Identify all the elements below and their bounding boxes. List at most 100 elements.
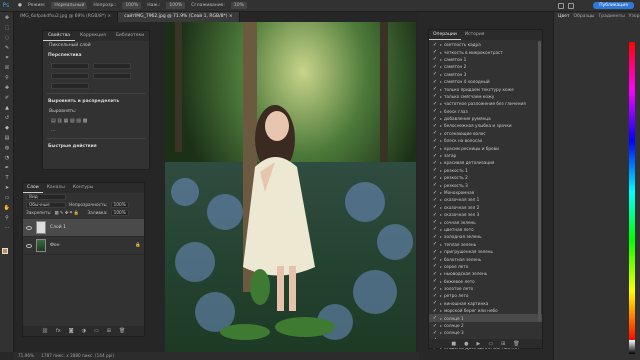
- action-item[interactable]: ✓ ▸ теплая зелень: [429, 241, 542, 248]
- tab-channels[interactable]: Каналы: [43, 183, 69, 193]
- more-tools-icon[interactable]: ⋯: [2, 223, 12, 232]
- action-item[interactable]: ✓ ▸ отсекающие волос: [429, 130, 542, 137]
- foreground-color-swatch[interactable]: [2, 248, 8, 254]
- record-icon[interactable]: ●: [464, 341, 468, 347]
- layer-row-1[interactable]: Слой 1: [23, 219, 144, 237]
- tab-libraries[interactable]: Библиотеки: [111, 31, 149, 41]
- mask-icon[interactable]: ◙: [69, 328, 74, 334]
- width-field[interactable]: [51, 63, 89, 69]
- action-item[interactable]: ✓ ▸ светлость кадра: [429, 41, 542, 48]
- x-field[interactable]: [51, 73, 89, 79]
- doc-tab-2[interactable]: сайтIMG_7962.jpg @ 71.9% (Слой 1, RGB/8*…: [118, 12, 240, 22]
- grayscale-slider[interactable]: [629, 340, 635, 354]
- action-item[interactable]: ✓ ▸ резкость 3: [429, 181, 542, 188]
- pen-icon[interactable]: ✒: [2, 163, 12, 172]
- flow-input[interactable]: 100%: [166, 2, 186, 9]
- action-item[interactable]: ✓ ▸ сказочная зел 2: [429, 204, 542, 211]
- layer-name[interactable]: Слой 1: [50, 225, 66, 230]
- action-item[interactable]: ✓ ▸ самятон 3: [429, 71, 542, 78]
- trash-icon[interactable]: 🗑: [119, 328, 125, 334]
- shape-icon[interactable]: ▭: [2, 193, 12, 202]
- layer-name[interactable]: Фон: [50, 243, 60, 248]
- align-more-icon[interactable]: ▤ ▥ ▦ ▧ ▨ ▩: [43, 116, 149, 126]
- tab-properties[interactable]: Свойства: [43, 31, 75, 41]
- action-item[interactable]: ✓ ▸ Монохромная: [429, 189, 542, 196]
- action-item[interactable]: ✓ ▸ красивая детализация: [429, 159, 542, 166]
- action-item[interactable]: ✓ ▸ только придаем текстуру коже: [429, 85, 542, 92]
- lock-icons[interactable]: ▦ ✎ ✥ ⌗ 🔒: [54, 211, 84, 216]
- brush-icon[interactable]: ✐: [2, 93, 12, 102]
- zoom-value[interactable]: 71,96%: [18, 353, 34, 358]
- action-item[interactable]: ✓ ▸ загар: [429, 152, 542, 159]
- action-item[interactable]: ✓ ▸ золотое лето: [429, 285, 542, 292]
- blend-mode-select[interactable]: Обычные: [26, 202, 66, 208]
- crop-tool-icon[interactable]: ⌗: [2, 53, 12, 62]
- action-item[interactable]: ✓ ▸ сказочная зел 3: [429, 211, 542, 218]
- action-item[interactable]: ✓ ▸ киношная картинка: [429, 300, 542, 307]
- tab-gradients[interactable]: Градиенты: [599, 12, 625, 22]
- blur-icon[interactable]: ◍: [2, 143, 12, 152]
- action-item[interactable]: ✓ ▸ самятон 1: [429, 56, 542, 63]
- action-item[interactable]: ✓ ▸ белоснежная улыбка и зрачки: [429, 122, 542, 129]
- opacity-input[interactable]: 100%: [110, 202, 129, 208]
- action-item[interactable]: ✓ ▸ самятон 4 холодный: [429, 78, 542, 85]
- fill-input[interactable]: 100%: [110, 210, 129, 216]
- new-action-icon[interactable]: ⊞: [501, 341, 505, 347]
- action-item[interactable]: ✓ ▸ болотная зелень: [429, 255, 542, 262]
- actions-scrollbar[interactable]: [538, 41, 541, 321]
- smoothing-input[interactable]: 10%: [230, 2, 247, 9]
- frame-tool-icon[interactable]: ☒: [2, 63, 12, 72]
- healing-icon[interactable]: ✚: [2, 83, 12, 92]
- action-item[interactable]: ✓ ▸ серое лето: [429, 263, 542, 270]
- section-transform[interactable]: Перспектива: [43, 50, 149, 61]
- trash-icon[interactable]: 🗑: [513, 341, 519, 347]
- section-align[interactable]: Выровнять и распределить: [43, 96, 149, 107]
- action-item[interactable]: ✓ ▸ пригрушенная зелень: [429, 248, 542, 255]
- move-tool-icon[interactable]: ✥: [2, 13, 12, 22]
- action-item[interactable]: ✓ ▸ солнце 3: [429, 329, 542, 336]
- action-item[interactable]: ✓ ▸ солнце 1: [429, 314, 542, 322]
- quick-select-icon[interactable]: ✎: [2, 43, 12, 52]
- lasso-tool-icon[interactable]: ◌: [2, 33, 12, 42]
- link-icon[interactable]: ⛓: [42, 328, 48, 334]
- fx-icon[interactable]: fx: [56, 328, 61, 334]
- stamp-icon[interactable]: ▲: [2, 103, 12, 112]
- stop-icon[interactable]: ■: [451, 341, 456, 347]
- tab-color[interactable]: Цвет: [558, 12, 570, 22]
- action-item[interactable]: ✓ ▸ сочная зелень: [429, 218, 542, 225]
- more-options-icon[interactable]: ⋯: [43, 126, 149, 136]
- layer-filter-select[interactable]: Вид: [26, 194, 66, 200]
- path-select-icon[interactable]: ➤: [2, 183, 12, 192]
- marquee-tool-icon[interactable]: ⬚: [2, 23, 12, 32]
- tab-actions[interactable]: Операции: [429, 30, 461, 40]
- action-item[interactable]: ✓ ▸ только смягчаем кожу: [429, 93, 542, 100]
- group-icon[interactable]: ▭: [94, 328, 99, 334]
- zoom-icon[interactable]: ⚲: [2, 213, 12, 222]
- action-item[interactable]: ✓ ▸ резкость 2: [429, 174, 542, 181]
- action-item[interactable]: ✓ ▸ четкость в микроконтраст: [429, 48, 542, 55]
- tab-history[interactable]: История: [461, 30, 489, 40]
- brush-tool-icon[interactable]: ●: [18, 3, 22, 8]
- visibility-eye-icon[interactable]: [26, 243, 32, 248]
- action-item[interactable]: ✓ ▸ цветная лето: [429, 226, 542, 233]
- mode-select[interactable]: Нормальный: [51, 2, 88, 9]
- publish-button[interactable]: Публикация: [593, 2, 634, 9]
- eraser-icon[interactable]: ◆: [2, 123, 12, 132]
- gradient-icon[interactable]: ▤: [2, 133, 12, 142]
- document-canvas-image[interactable]: [165, 22, 416, 352]
- tab-swatches[interactable]: Образцы: [574, 12, 595, 22]
- action-item[interactable]: ✓ ▸ холодная зелень: [429, 233, 542, 240]
- action-item[interactable]: ✓ ▸ блеск глаз: [429, 108, 542, 115]
- layer-row-2[interactable]: Фон 🔒: [23, 237, 144, 255]
- tab-patterns[interactable]: Узоры: [629, 12, 640, 22]
- adjustment-icon[interactable]: ◑: [82, 328, 86, 334]
- action-item[interactable]: ✓ ▸ красим ресницы и брови: [429, 144, 542, 151]
- height-field[interactable]: [93, 63, 131, 69]
- new-layer-icon[interactable]: ⊞: [107, 328, 111, 334]
- play-icon[interactable]: ▶: [476, 341, 480, 347]
- action-item[interactable]: ✓ ▸ ретро лето: [429, 292, 542, 299]
- type-icon[interactable]: T: [2, 173, 12, 182]
- action-item[interactable]: ✓ ▸ добавление румянца: [429, 115, 542, 122]
- action-item[interactable]: ✓ ▸ ньюводская зелень: [429, 270, 542, 277]
- hand-icon[interactable]: ✋: [2, 203, 12, 212]
